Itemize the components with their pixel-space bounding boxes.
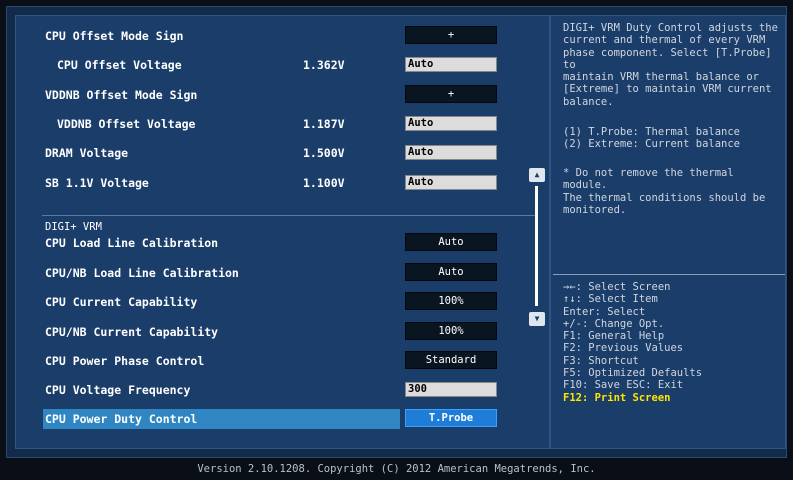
help-options: (1) T.Probe: Thermal balance (2) Extreme… — [563, 126, 741, 151]
section-divider — [42, 215, 538, 216]
setting-row-cpu-power-phase[interactable]: CPU Power Phase Control Standard — [43, 351, 538, 371]
setting-row-cpu-offset-mode-sign[interactable]: CPU Offset Mode Sign + — [43, 26, 538, 46]
setting-label: CPU Voltage Frequency — [45, 383, 191, 397]
cpu-voltage-frequency-input[interactable]: 300 — [405, 382, 497, 397]
key-select-item: ↑↓: Select Item — [563, 293, 658, 306]
setting-label: CPU Offset Mode Sign — [45, 29, 184, 43]
setting-label: CPU Offset Voltage — [57, 58, 182, 72]
key-f10: F10: Save ESC: Exit — [563, 379, 684, 392]
sb-voltage-input[interactable]: Auto — [405, 175, 497, 190]
setting-label: CPU Power Duty Control — [45, 412, 198, 426]
help-panel: DIGI+ VRM Duty Control adjusts the curre… — [550, 15, 786, 449]
setting-row-cpu-voltage-frequency[interactable]: CPU Voltage Frequency 300 — [43, 380, 538, 400]
scroll-down-icon[interactable]: ▼ — [529, 312, 545, 326]
key-legend: →←: Select Screen ↑↓: Select Item Enter:… — [563, 281, 702, 404]
key-f3: F3: Shortcut — [563, 354, 639, 367]
setting-row-cpunb-current-capability[interactable]: CPU/NB Current Capability 100% — [43, 322, 538, 342]
footer-copyright: Version 2.10.1208. Copyright (C) 2012 Am… — [197, 463, 596, 475]
cpunb-current-capability-button[interactable]: 100% — [405, 322, 497, 340]
key-select-screen: →←: Select Screen — [563, 281, 671, 293]
bios-frame: CPU Offset Mode Sign + CPU Offset Voltag… — [6, 6, 787, 458]
setting-row-cpu-llc[interactable]: CPU Load Line Calibration Auto — [43, 233, 538, 253]
setting-label: SB 1.1V Voltage — [45, 176, 149, 190]
key-f5: F5: Optimized Defaults — [563, 367, 703, 380]
setting-label: CPU Power Phase Control — [45, 354, 205, 368]
setting-row-sb-voltage[interactable]: SB 1.1V Voltage 1.100V Auto — [43, 173, 538, 193]
cpu-current-capability-button[interactable]: 100% — [405, 292, 497, 310]
setting-row-vddnb-offset-mode-sign[interactable]: VDDNB Offset Mode Sign + — [43, 85, 538, 105]
setting-row-vddnb-offset-voltage[interactable]: VDDNB Offset Voltage 1.187V Auto — [43, 114, 538, 134]
setting-row-cpu-power-duty[interactable]: CPU Power Duty Control T.Probe — [43, 409, 538, 429]
setting-value: 1.187V — [303, 117, 345, 131]
help-divider — [553, 274, 785, 275]
setting-row-cpunb-llc[interactable]: CPU/NB Load Line Calibration Auto — [43, 263, 538, 283]
cpu-llc-button[interactable]: Auto — [405, 233, 497, 251]
vddnb-offset-sign-button[interactable]: + — [405, 85, 497, 103]
setting-label: DRAM Voltage — [45, 146, 129, 160]
setting-label: CPU Load Line Calibration — [45, 236, 219, 250]
cpu-power-duty-button[interactable]: T.Probe — [405, 409, 497, 427]
key-f2: F2: Previous Values — [563, 342, 684, 355]
setting-value: 1.362V — [303, 58, 345, 72]
key-f12: F12: Print Screen — [563, 391, 671, 404]
key-enter: Enter: Select — [563, 305, 646, 318]
setting-label: CPU/NB Load Line Calibration — [45, 266, 239, 280]
cpunb-llc-button[interactable]: Auto — [405, 263, 497, 281]
dram-voltage-input[interactable]: Auto — [405, 145, 497, 160]
help-note: * Do not remove the thermal module. The … — [563, 167, 766, 216]
key-change-opt: +/-: Change Opt. — [563, 317, 665, 330]
setting-row-cpu-offset-voltage[interactable]: CPU Offset Voltage 1.362V Auto — [43, 55, 538, 75]
scrollbar[interactable]: ▲ ▼ — [529, 166, 545, 328]
cpu-power-phase-button[interactable]: Standard — [405, 351, 497, 369]
vddnb-offset-voltage-input[interactable]: Auto — [405, 116, 497, 131]
key-f1: F1: General Help — [563, 330, 665, 343]
setting-label: VDDNB Offset Mode Sign — [45, 88, 198, 102]
setting-value: 1.500V — [303, 146, 345, 160]
cpu-offset-sign-button[interactable]: + — [405, 26, 497, 44]
scroll-thumb[interactable] — [535, 186, 538, 306]
setting-label: CPU Current Capability — [45, 295, 198, 309]
cpu-offset-voltage-input[interactable]: Auto — [405, 57, 497, 72]
setting-label: CPU/NB Current Capability — [45, 325, 219, 339]
settings-panel: CPU Offset Mode Sign + CPU Offset Voltag… — [15, 15, 550, 449]
setting-value: 1.100V — [303, 176, 345, 190]
section-title: DIGI+ VRM — [45, 221, 102, 233]
setting-label: VDDNB Offset Voltage — [57, 117, 196, 131]
setting-row-cpu-current-capability[interactable]: CPU Current Capability 100% — [43, 292, 538, 312]
setting-row-dram-voltage[interactable]: DRAM Voltage 1.500V Auto — [43, 143, 538, 163]
scroll-up-icon[interactable]: ▲ — [529, 168, 545, 182]
help-description: DIGI+ VRM Duty Control adjusts the curre… — [563, 22, 778, 108]
